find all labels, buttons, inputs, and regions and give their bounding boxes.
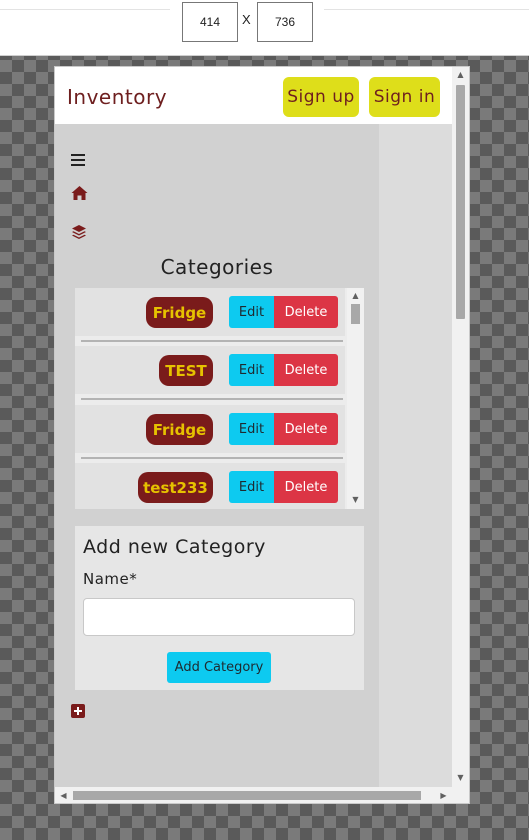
home-icon[interactable] [71,185,88,201]
scroll-left-arrow-icon[interactable]: ◀ [55,787,72,803]
category-row: TEST Edit Delete [75,346,345,394]
scroll-down-arrow-icon[interactable]: ▼ [452,772,469,784]
edit-category-button[interactable]: Edit [229,296,274,328]
category-badge: Fridge [146,414,213,445]
delete-category-button[interactable]: Delete [274,413,338,445]
category-row: test233 Edit Delete [75,463,345,509]
scroll-up-arrow-icon[interactable]: ▲ [452,69,469,81]
devtools-toolbar: 414 X 736 [0,0,529,56]
name-label: Name* [83,570,138,588]
edit-category-button[interactable]: Edit [229,471,274,503]
add-category-button[interactable]: Add Category [167,652,271,683]
list-scrollbar[interactable]: ▲ ▼ [347,288,364,509]
viewport-height-input[interactable]: 736 [257,2,313,42]
categories-title: Categories [160,255,274,279]
device-viewport: Inventory Sign up Sign in Categories Fri… [54,66,470,804]
row-divider [81,398,343,400]
sign-up-button[interactable]: Sign up [283,77,359,117]
categories-list[interactable]: Fridge Edit Delete TEST Edit Delete Frid… [75,288,364,509]
delete-category-button[interactable]: Delete [274,354,338,386]
hamburger-icon[interactable] [71,154,85,166]
main-content [379,124,452,787]
category-badge: TEST [159,355,213,386]
page-horizontal-scrollbar[interactable]: ◀ ▶ [55,787,469,803]
plus-square-icon[interactable] [71,704,85,718]
page-scrollbar-thumb[interactable] [456,85,465,319]
scroll-down-arrow-icon[interactable]: ▼ [347,494,364,506]
category-badge: test233 [138,472,213,503]
delete-category-button[interactable]: Delete [274,471,338,503]
edit-category-button[interactable]: Edit [229,413,274,445]
list-scrollbar-thumb[interactable] [351,304,360,324]
scroll-up-arrow-icon[interactable]: ▲ [347,290,364,302]
page: Inventory Sign up Sign in Categories Fri… [55,67,452,787]
brand-link[interactable]: Inventory [67,85,167,109]
row-divider [81,457,343,459]
category-row: Fridge Edit Delete [75,288,345,336]
category-row: Fridge Edit Delete [75,405,345,453]
add-category-card: Add new Category Name* Add Category [75,526,364,690]
category-badge: Fridge [146,297,213,328]
navbar: Inventory Sign up Sign in [55,67,452,124]
add-category-title: Add new Category [83,536,266,558]
page-vertical-scrollbar[interactable]: ▲ ▼ [452,67,469,787]
name-input[interactable] [83,598,355,636]
sign-in-button[interactable]: Sign in [369,77,440,117]
scroll-right-arrow-icon[interactable]: ▶ [435,787,452,803]
viewport-width-input[interactable]: 414 [182,2,238,42]
delete-category-button[interactable]: Delete [274,296,338,328]
dimension-separator: X [242,12,251,27]
edit-category-button[interactable]: Edit [229,354,274,386]
row-divider [81,340,343,342]
horizontal-scrollbar-thumb[interactable] [73,791,421,800]
layers-icon[interactable] [71,224,87,240]
